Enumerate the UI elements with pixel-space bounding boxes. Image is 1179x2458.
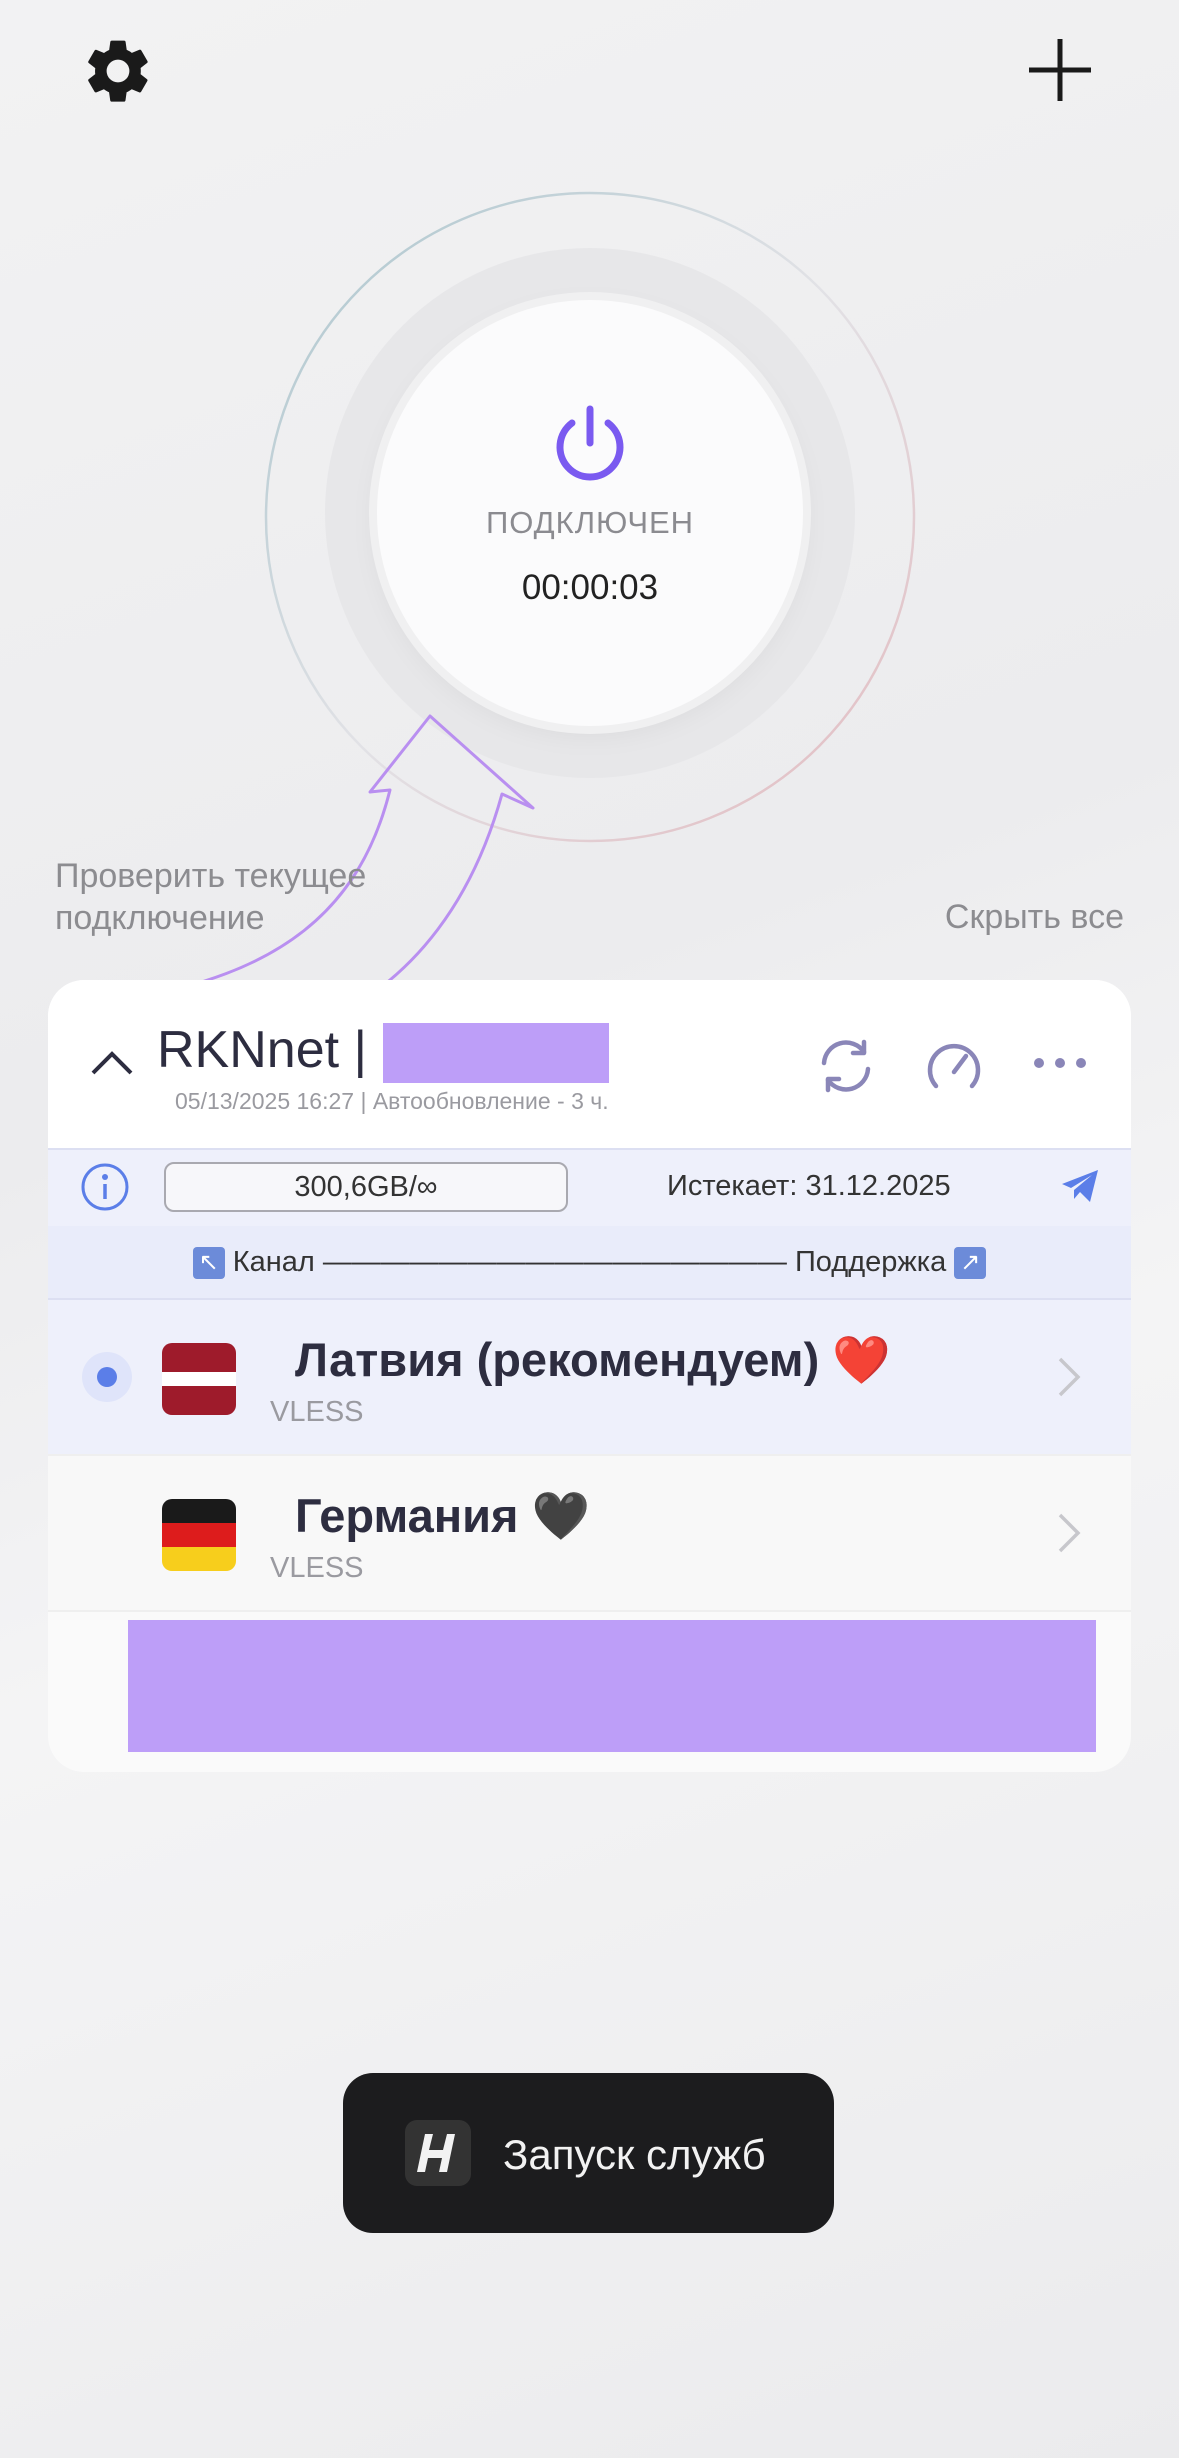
speedtest-button[interactable] [924,1036,984,1101]
subscription-card: RKNnet | 05/13/2025 16:27 | Автообновлен… [48,980,1131,1772]
redacted-block [128,1620,1096,1752]
arrow-up-right-icon: ↗ [954,1247,987,1280]
more-dots-icon [1034,1058,1086,1068]
support-label: Поддержка [794,1246,947,1278]
gear-icon [88,40,148,102]
traffic-usage: 300,6GB/∞ [164,1162,568,1212]
toast-notification: Запуск служб [343,2073,834,2233]
refresh-button[interactable] [816,1036,876,1101]
hide-all-button[interactable]: Скрыть все [945,898,1124,937]
redacted-block [383,1023,609,1083]
info-button[interactable] [80,1162,130,1217]
expiry-date: Истекает: 31.12.2025 [667,1170,951,1202]
hint-line-2: подключение [55,899,265,937]
radio-dot [97,1367,117,1387]
plus-icon [1029,39,1091,101]
server-row-germany[interactable]: Германия 🖤 VLESS [48,1454,1131,1612]
telegram-button[interactable] [1060,1168,1100,1209]
collapse-button[interactable] [90,1048,134,1081]
germany-flag-icon [162,1499,236,1571]
subscription-meta: 05/13/2025 16:27 | Автообновление - 3 ч. [175,1088,609,1114]
subscription-header: RKNnet | 05/13/2025 16:27 | Автообновлен… [48,980,1131,1148]
links-bar: ↖ Канал ———————————————— Поддержка ↗ [48,1226,1131,1300]
channel-label: Канал [232,1246,315,1278]
refresh-icon [821,1039,871,1093]
server-name: Германия 🖤 [295,1489,591,1542]
add-button[interactable] [1025,35,1095,105]
selected-radio[interactable] [82,1352,132,1402]
server-name: Латвия (рекомендуем) ❤️ [295,1333,891,1386]
divider-dashes: ———————————————— [322,1246,787,1278]
server-protocol: VLESS [270,1396,364,1428]
chevron-right-icon [1057,1356,1081,1403]
more-button[interactable] [1032,1048,1088,1083]
telegram-send-icon [1062,1170,1098,1202]
arrow-up-left-icon: ↖ [192,1247,225,1280]
channel-link[interactable]: ↖ Канал [192,1246,315,1280]
toast-text: Запуск служб [503,2131,766,2178]
server-protocol: VLESS [270,1552,364,1584]
info-icon [81,1163,129,1211]
settings-button[interactable] [80,33,156,109]
latvia-flag-icon [162,1343,236,1415]
support-link[interactable]: Поддержка ↗ [794,1246,987,1280]
power-icon [556,405,624,481]
connection-timer: 00:00:03 [521,568,659,607]
connection-status: ПОДКЛЮЧЕН [485,505,695,540]
subscription-info-bar: 300,6GB/∞ Истекает: 31.12.2025 [48,1148,1131,1228]
hint-line-1: Проверить текущее [55,857,367,895]
speedometer-icon [927,1043,981,1089]
chevron-up-icon [91,1051,133,1075]
app-logo-icon [405,2120,471,2186]
chevron-right-icon [1057,1512,1081,1559]
hint-label: Проверить текущее подключение [55,855,366,939]
subscription-title: RKNnet | [157,1021,368,1079]
server-row-latvia[interactable]: Латвия (рекомендуем) ❤️ VLESS [48,1300,1131,1454]
